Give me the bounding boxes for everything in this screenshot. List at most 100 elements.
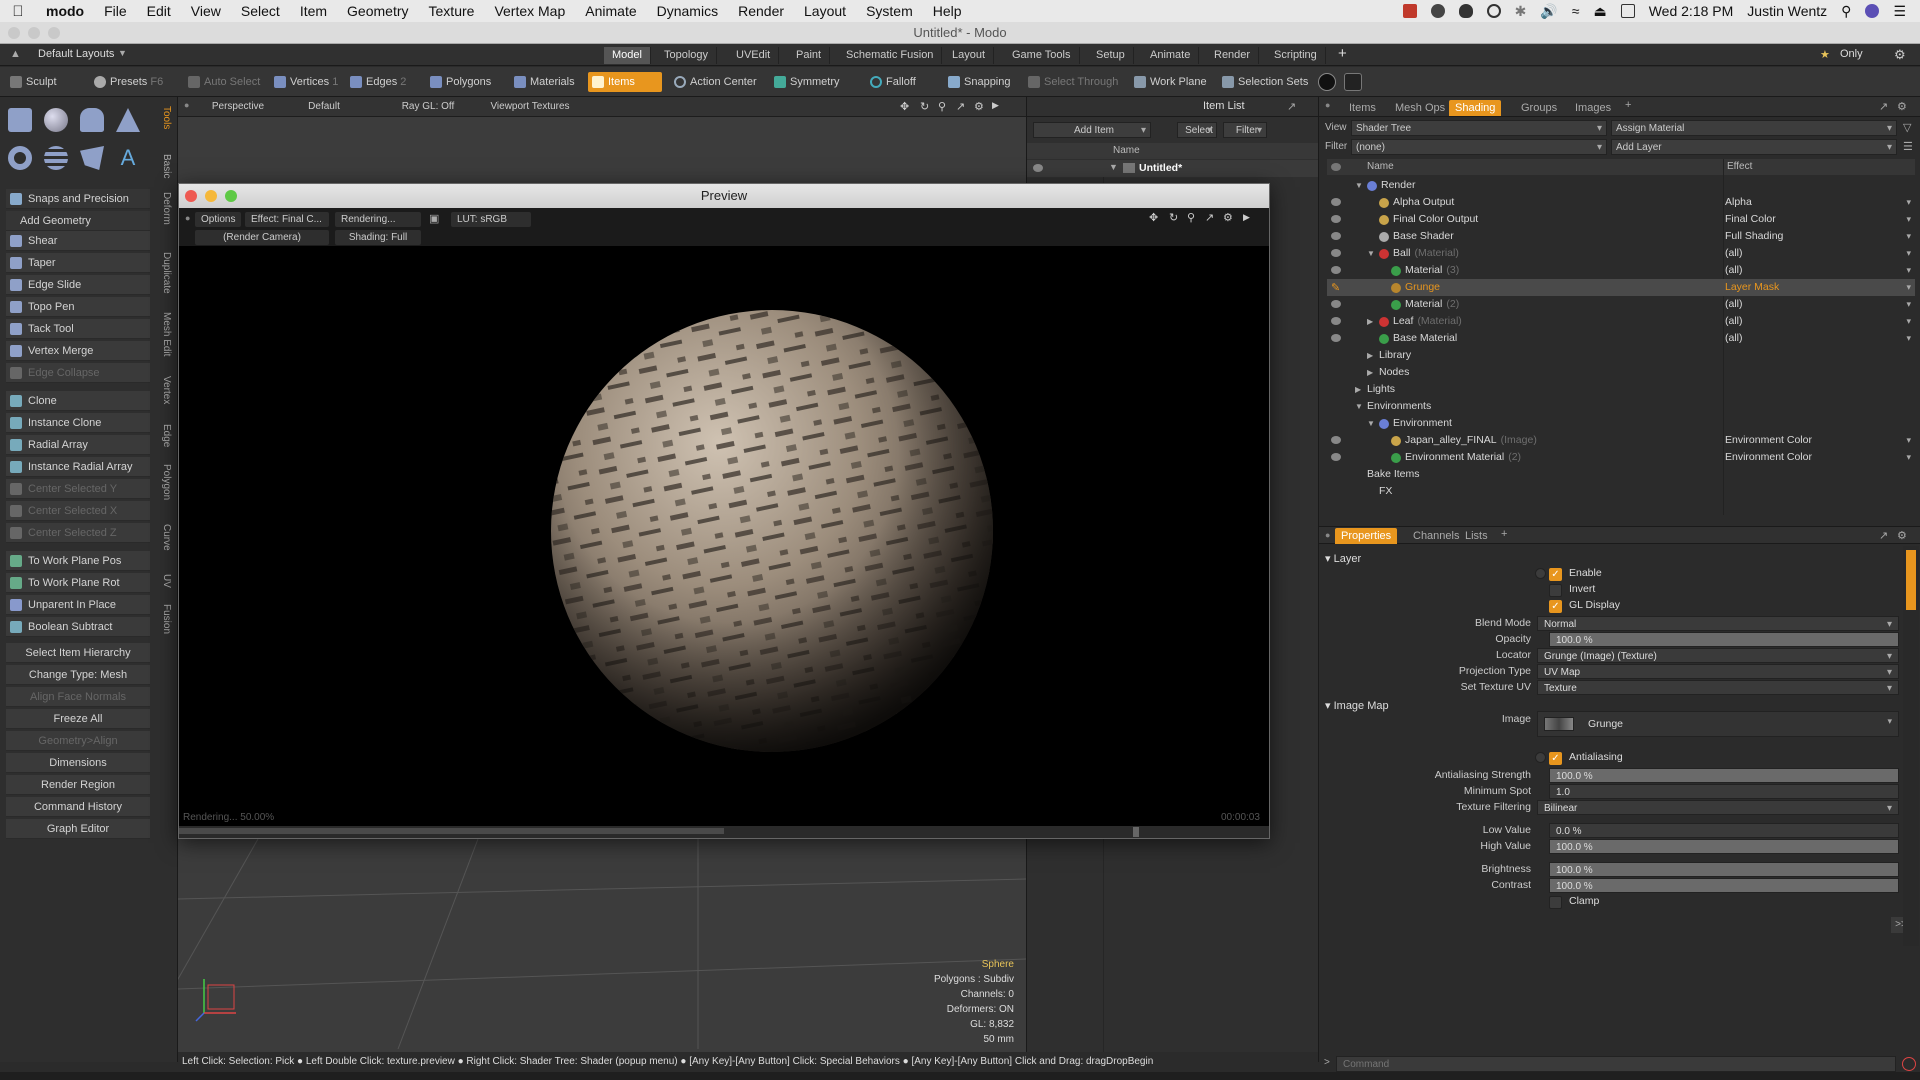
preview-minimize-button[interactable] <box>205 190 217 202</box>
preview-options-button[interactable]: Options <box>195 212 242 227</box>
tab-groups[interactable]: Groups <box>1515 100 1563 116</box>
tab-properties[interactable]: Properties <box>1335 528 1398 544</box>
tool-geometry-align-button[interactable]: Geometry>Align <box>6 731 150 751</box>
preview-maximize-icon[interactable]: ↗ <box>1205 211 1214 224</box>
menu-view[interactable]: View <box>181 3 231 19</box>
shader-gear-icon[interactable]: ⚙ <box>1897 100 1907 113</box>
cylinder-icon[interactable] <box>80 108 104 132</box>
notification-icon[interactable]: ☰ <box>1893 3 1906 20</box>
vertices-button[interactable]: Vertices 1 <box>270 72 344 92</box>
text-icon[interactable]: A <box>116 146 140 170</box>
layer-effect[interactable]: (all) <box>1725 262 1743 279</box>
minimum-spot-field[interactable]: 1.0 <box>1549 784 1899 799</box>
render-progress-handle[interactable] <box>1133 827 1139 837</box>
camera-dropdown[interactable]: (Render Camera) <box>195 230 329 245</box>
tool-command-history-button[interactable]: Command History <box>6 797 150 817</box>
display-icon[interactable] <box>1620 4 1635 18</box>
lock-icon[interactable]: ▣ <box>429 212 439 225</box>
effect-chevron-icon[interactable]: ▾ <box>1906 279 1911 296</box>
effect-chevron-icon[interactable]: ▾ <box>1906 296 1911 313</box>
visibility-eye-icon[interactable] <box>1331 215 1341 223</box>
shader-row-environments[interactable]: ▼ Environments <box>1327 398 1915 415</box>
visibility-eye-icon[interactable] <box>1033 164 1043 172</box>
tab-shading[interactable]: Shading <box>1449 100 1502 116</box>
falloff-button[interactable]: Falloff <box>866 72 922 92</box>
volume-icon[interactable]: 🔊 <box>1540 3 1557 20</box>
preview-pan-icon[interactable]: ✥ <box>1149 211 1158 224</box>
shader-row-fx[interactable]: FX <box>1327 483 1915 500</box>
effect-chevron-icon[interactable]: ▾ <box>1906 432 1911 449</box>
layer-effect[interactable]: (all) <box>1725 313 1743 330</box>
shader-row-base-material[interactable]: Base Material (all) ▾ <box>1327 330 1915 347</box>
add-tab-icon[interactable]: + <box>1338 45 1347 62</box>
expand-arrow-icon[interactable]: ▶ <box>1367 313 1373 330</box>
sphere-icon[interactable] <box>44 108 68 132</box>
tab-uvedit[interactable]: UVEdit <box>728 47 780 64</box>
add-properties-tab-icon[interactable]: + <box>1501 528 1507 540</box>
app-menu[interactable]: modo <box>36 3 94 19</box>
effect-chevron-icon[interactable]: ▾ <box>1906 330 1911 347</box>
tool-select-item-hierarchy-button[interactable]: Select Item Hierarchy <box>6 643 150 663</box>
tool-to-work-plane-pos-button[interactable]: To Work Plane Pos <box>6 551 150 571</box>
tab-mesh-ops[interactable]: Mesh Ops <box>1389 100 1451 116</box>
layer-effect[interactable]: (all) <box>1725 330 1743 347</box>
user-name[interactable]: Justin Wentz <box>1747 3 1827 19</box>
menu-animate[interactable]: Animate <box>575 3 646 19</box>
menu-system[interactable]: System <box>856 3 923 19</box>
symmetry-button[interactable]: Symmetry <box>770 72 846 92</box>
expand-icon[interactable]: ▼ <box>1109 162 1118 172</box>
torus-icon[interactable] <box>8 146 32 170</box>
rendering-button[interactable]: Rendering... <box>335 212 421 227</box>
menu-texture[interactable]: Texture <box>419 3 485 19</box>
clock-text[interactable]: Wed 2:18 PM <box>1649 3 1734 19</box>
tab-items[interactable]: Items <box>1343 100 1382 116</box>
shader-row-alpha-output[interactable]: Alpha Output Alpha ▾ <box>1327 194 1915 211</box>
tab-lists[interactable]: Lists <box>1459 528 1494 544</box>
vtab-fusion[interactable]: Fusion <box>156 604 172 634</box>
vtab-duplicate[interactable]: Duplicate <box>156 252 172 294</box>
vtab-vertex[interactable]: Vertex <box>156 376 172 404</box>
layer-effect[interactable]: Layer Mask <box>1725 279 1779 296</box>
tab-render[interactable]: Render <box>1206 47 1260 64</box>
command-input[interactable] <box>1336 1056 1896 1072</box>
select-button[interactable]: Select <box>1177 122 1217 139</box>
star-icon[interactable]: ★ <box>1820 48 1830 61</box>
capsule-icon[interactable] <box>44 146 68 170</box>
menu-dynamics[interactable]: Dynamics <box>647 3 728 19</box>
filter-dropdown[interactable]: (none) <box>1351 139 1607 156</box>
tool-center-selected-x-button[interactable]: Center Selected X <box>6 501 150 521</box>
tool-render-region-button[interactable]: Render Region <box>6 775 150 795</box>
auto-select-button[interactable]: Auto Select <box>184 72 266 92</box>
expand-arrow-icon[interactable]: ▶ <box>1367 347 1373 364</box>
layer-effect[interactable]: (all) <box>1725 296 1743 313</box>
layer-effect[interactable]: Environment Color <box>1725 449 1812 466</box>
rotate-icon[interactable]: ↻ <box>920 100 929 113</box>
tool-graph-editor-button[interactable]: Graph Editor <box>6 819 150 839</box>
tab-model[interactable]: Model <box>604 47 651 64</box>
tool-dimensions-button[interactable]: Dimensions <box>6 753 150 773</box>
viewport-textures-toggle[interactable]: Viewport Textures <box>478 100 582 114</box>
add-geometry-toggle[interactable]: Add Geometry <box>6 211 150 231</box>
vtab-curve[interactable]: Curve <box>156 524 172 551</box>
close-window-button[interactable] <box>8 27 20 39</box>
edges-button[interactable]: Edges 2 <box>346 72 412 92</box>
unreal-icon[interactable] <box>1344 73 1362 91</box>
tool-center-selected-y-button[interactable]: Center Selected Y <box>6 479 150 499</box>
shader-row-final-color-output[interactable]: Final Color Output Final Color ▾ <box>1327 211 1915 228</box>
select-through-button[interactable]: Select Through <box>1024 72 1124 92</box>
locator-dropdown[interactable]: Grunge (Image) (Texture) <box>1537 648 1899 664</box>
viewport-menu-icon[interactable]: ● <box>184 100 189 110</box>
view-dropdown[interactable]: Shader Tree <box>1351 120 1607 137</box>
eject-icon[interactable]: ⏏ <box>1593 3 1606 20</box>
expand-arrow-icon[interactable]: ▶ <box>1355 381 1361 398</box>
vtab-deform[interactable]: Deform <box>156 192 172 225</box>
pan-icon[interactable]: ✥ <box>900 100 909 113</box>
expand-arrow-icon[interactable]: ▶ <box>1367 364 1373 381</box>
add-layer-dropdown[interactable]: Add Layer <box>1611 139 1897 156</box>
tool-edge-collapse-button[interactable]: Edge Collapse <box>6 363 150 383</box>
low-value-field[interactable]: 0.0 % <box>1549 823 1899 838</box>
aa-strength-slider[interactable]: 100.0 % <box>1549 768 1899 783</box>
preview-close-button[interactable] <box>185 190 197 202</box>
effect-chevron-icon[interactable]: ▾ <box>1906 194 1911 211</box>
visibility-eye-icon[interactable] <box>1331 436 1341 444</box>
